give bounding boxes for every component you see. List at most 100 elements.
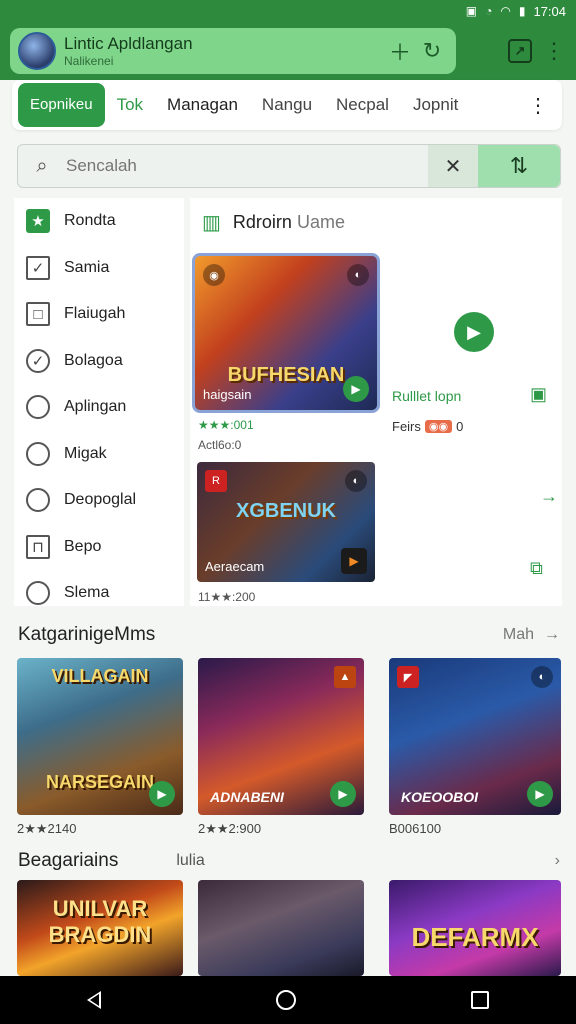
badge-icon: ◐: [347, 264, 369, 286]
arrow-right-icon: →: [544, 626, 560, 643]
square-icon: ⊓: [26, 534, 50, 559]
side-meta: Feirs ◉◉ 0: [392, 419, 464, 434]
add-button[interactable]: ＋: [384, 35, 416, 67]
tab-3[interactable]: Nangu: [250, 95, 324, 115]
game-card[interactable]: DEFARMX: [389, 880, 561, 976]
circle-icon: [26, 395, 50, 420]
row1-header: KatgarinigeMms Mah →: [18, 624, 560, 646]
status-time: 17:04: [533, 3, 566, 19]
circle-icon: [26, 581, 50, 606]
tab-bar: Eopnikeu Tok Managan Nangu Necpal Jopnit…: [12, 80, 562, 130]
row2-subtitle: lulia: [176, 852, 205, 869]
row2-title: Beagariains: [18, 850, 119, 871]
camera-icon[interactable]: ▣: [530, 384, 547, 405]
game-card[interactable]: UNILVAR BRAGDIN: [17, 880, 183, 976]
second-game-card[interactable]: R ◐ XGBENUK Aeraecam ▶: [197, 462, 375, 582]
recent-apps-icon[interactable]: [470, 991, 489, 1009]
badge-icon: ◐: [345, 470, 367, 492]
wifi-icon: ◠: [500, 4, 511, 18]
featured-game-card[interactable]: ◉ ◐ BUFHESIAN haigsain ▶: [192, 253, 380, 413]
app-header: Lintic Apldlangan Nalikenei ＋ ↻: [10, 28, 456, 74]
tab-1[interactable]: Tok: [105, 95, 155, 115]
featured-label: haigsain: [203, 387, 252, 402]
signal-icon: ▮: [518, 4, 526, 18]
game-card[interactable]: ◤ ◐ KOEOOBOI ▶: [389, 658, 561, 815]
chevron-right-icon[interactable]: ›: [555, 852, 560, 870]
row1-title: KatgarinigeMms: [18, 624, 156, 645]
sidebar-item-4[interactable]: Aplingan: [14, 384, 184, 431]
sidebar-item-3[interactable]: ✓ Bolagoa: [14, 338, 184, 385]
game-card[interactable]: ▲ ADNABENI ▶: [198, 658, 364, 815]
share-icon[interactable]: ↗: [508, 39, 532, 63]
sidebar-item-5[interactable]: Migak: [14, 431, 184, 478]
controller-icon[interactable]: ⧉: [530, 558, 543, 579]
second-rating: 11★★:200: [198, 590, 256, 604]
sidebar-item-2[interactable]: □ Flaiugah: [14, 291, 184, 338]
tab-2[interactable]: Managan: [155, 95, 250, 115]
logo-icon: R: [205, 470, 227, 492]
circle-icon: [26, 488, 50, 513]
second-art-title: XGBENUK: [235, 500, 336, 522]
play-icon[interactable]: ▶: [330, 781, 356, 807]
star-icon: ★: [26, 209, 50, 234]
section-title: Rdroirn: [232, 212, 292, 232]
tag-badge: ◉◉: [424, 420, 453, 433]
sidebar-item-6[interactable]: Deopoglal: [14, 477, 184, 524]
photo-icon: ▣: [465, 4, 478, 18]
refresh-icon[interactable]: ↻: [416, 35, 448, 67]
row2-header: Beagariains lulia ›: [18, 850, 560, 872]
search-bar: ⌕ ✕ ⇅: [17, 144, 561, 188]
game-label: ADNABENI: [210, 789, 284, 805]
section-title-light: Uame: [296, 212, 345, 232]
play-icon[interactable]: ▶: [343, 376, 369, 402]
featured-meta: Actl6o:0: [198, 438, 242, 452]
game-label: KOEOOBOI: [401, 789, 479, 805]
app-title: Lintic Apldlangan: [64, 34, 193, 53]
game-meta: B006100: [389, 821, 442, 836]
tab-5[interactable]: Jopnit: [401, 95, 470, 115]
filter-icon[interactable]: ⇅: [478, 145, 560, 187]
home-icon[interactable]: [275, 990, 296, 1010]
back-icon[interactable]: [87, 991, 102, 1009]
tab-0[interactable]: Eopnikeu: [18, 83, 105, 127]
more-menu-icon[interactable]: ⋮: [542, 38, 566, 64]
game-card[interactable]: [198, 880, 364, 976]
play-icon[interactable]: ▶: [149, 781, 175, 807]
trending-icon: ▥: [202, 212, 221, 234]
check-circle-icon: ✓: [26, 348, 50, 373]
tabs-more-icon[interactable]: ⋮: [528, 93, 556, 118]
circle-icon: [26, 441, 50, 466]
play-icon[interactable]: ▶: [341, 548, 367, 574]
game-meta: 2★★2:900: [198, 821, 262, 836]
logo-icon: ◤: [397, 666, 419, 688]
game-art-title: DEFARMX: [411, 922, 539, 952]
app-bar: Lintic Apldlangan Nalikenei ＋ ↻ ↗ ⋮: [0, 22, 576, 80]
system-nav-bar: [0, 976, 576, 1024]
app-subtitle: Nalikenei: [64, 54, 114, 68]
avatar[interactable]: [18, 32, 56, 70]
featured-rating: ★★★:001: [198, 418, 254, 432]
square-icon: □: [26, 302, 50, 327]
sidebar-item-1[interactable]: ✓ Samia: [14, 245, 184, 292]
row1-more-link[interactable]: Mah →: [503, 626, 560, 644]
sidebar-item-7[interactable]: ⊓ Bepo: [14, 524, 184, 571]
logo-icon: ▲: [334, 666, 356, 688]
clear-icon[interactable]: ✕: [428, 145, 478, 187]
game-card[interactable]: VILLAGAIN NARSEGAIN ▶: [17, 658, 183, 815]
search-input[interactable]: [66, 156, 428, 176]
play-button[interactable]: ▶: [454, 312, 494, 352]
main-panel: ▥ Rdroirn Uame ◉ ◐ BUFHESIAN haigsain ▶ …: [190, 198, 562, 606]
sync-icon: ◔: [485, 4, 493, 18]
play-icon[interactable]: ▶: [527, 781, 553, 807]
tab-4[interactable]: Necpal: [324, 95, 401, 115]
second-label: Aeraecam: [205, 559, 265, 574]
sidebar-item-8[interactable]: Slema: [14, 570, 184, 617]
status-bar: ▣ ◔ ◠ ▮ 17:04: [0, 0, 576, 22]
category-sidebar: ★ Rondta ✓ Samia □ Flaiugah ✓ Bolagoa Apling…: [14, 198, 184, 606]
sidebar-item-0[interactable]: ★ Rondta: [14, 198, 184, 245]
section-header: ▥ Rdroirn Uame: [190, 198, 562, 247]
arrow-right-icon[interactable]: →: [540, 486, 558, 507]
game-art-title: VILLAGAIN: [51, 666, 149, 686]
avatar-icon: ◉: [203, 264, 225, 286]
side-label: Rulllet lopn: [392, 388, 462, 404]
